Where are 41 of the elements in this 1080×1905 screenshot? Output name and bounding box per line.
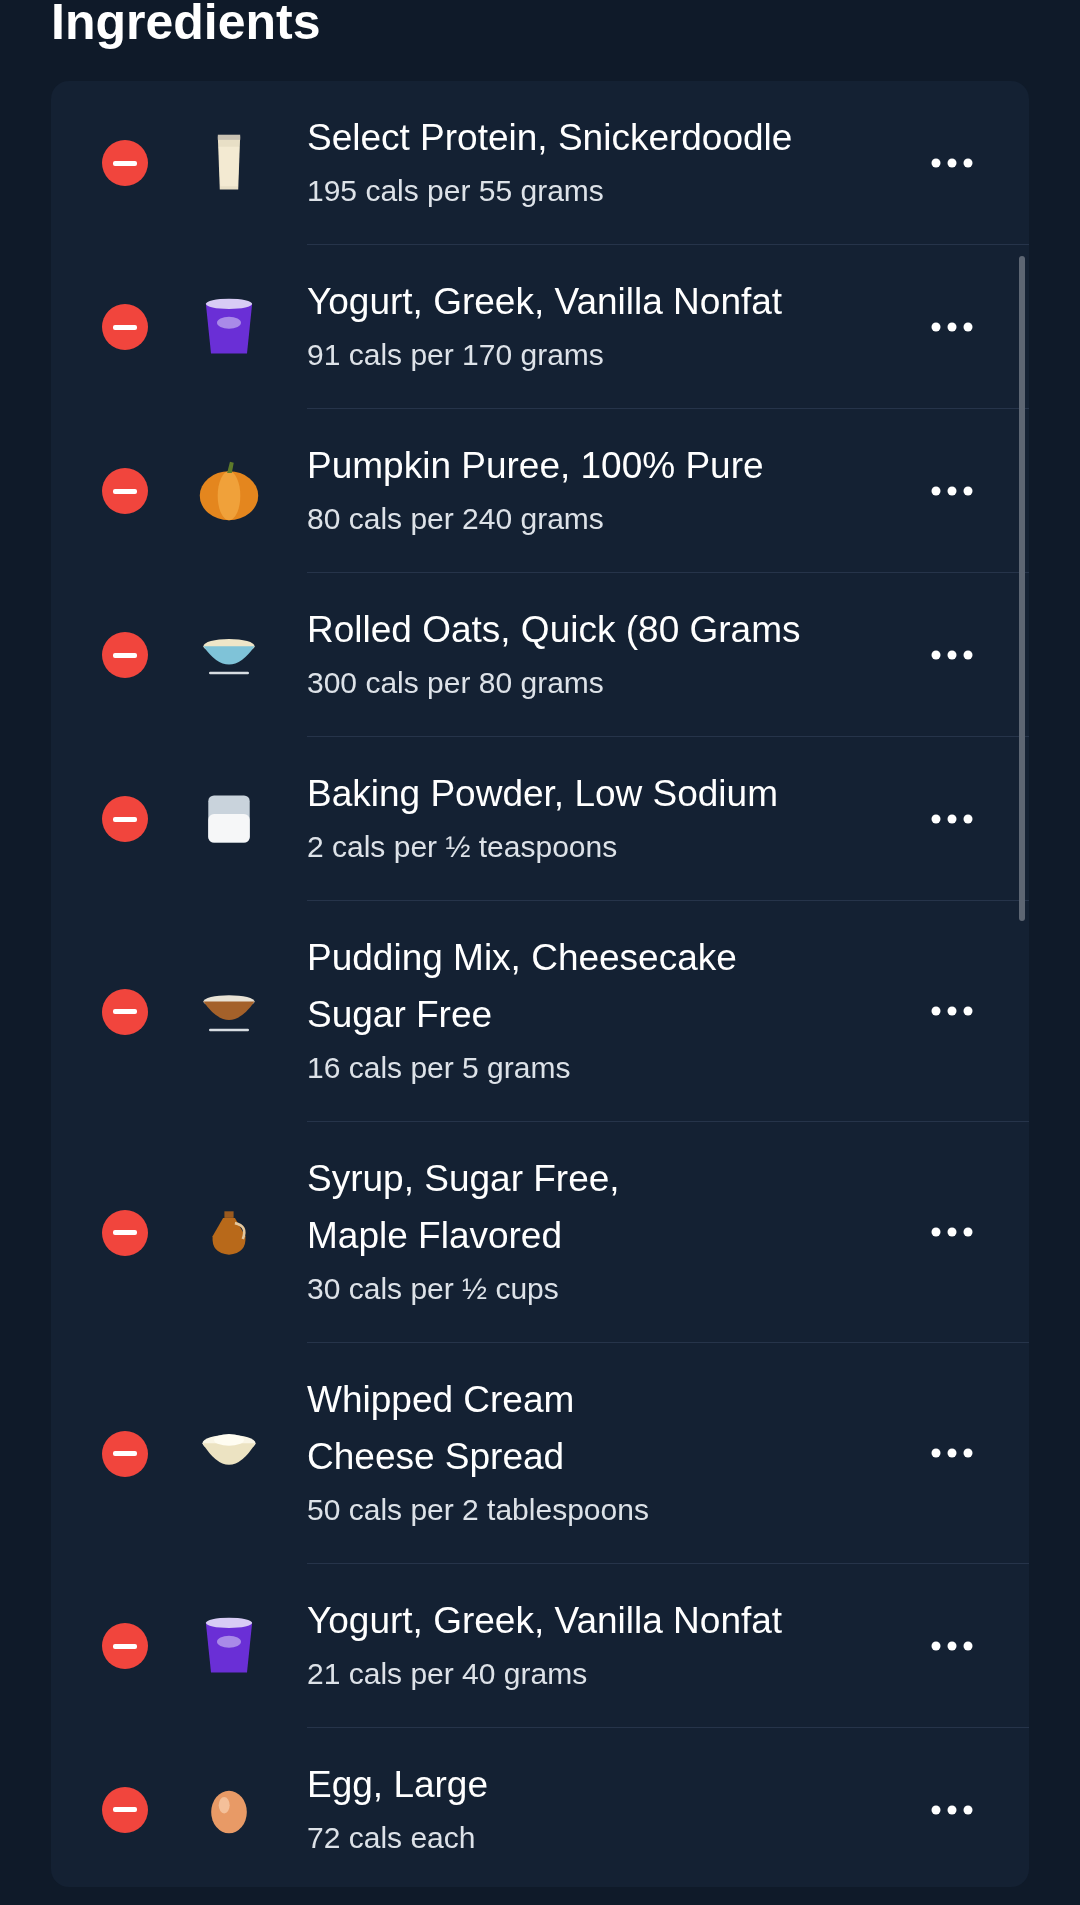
section-title: Ingredients	[51, 0, 322, 52]
remove-button[interactable]	[102, 1786, 148, 1833]
ingredient-name: Egg, Large	[307, 1763, 490, 1807]
ingredient-name: Yogurt, Greek, Vanilla Nonfat	[307, 280, 784, 324]
ingredient-name: Yogurt, Greek, Vanilla Nonfat	[307, 1599, 784, 1643]
remove-button[interactable]	[102, 988, 148, 1035]
calorie-info: 2 cals per ½ teaspoons	[307, 829, 619, 865]
ingredient-name: Baking Powder, Low Sodium	[307, 772, 779, 816]
calorie-info: 72 cals each	[307, 1820, 477, 1856]
more-button[interactable]	[931, 485, 973, 496]
ingredient-name: Select Protein, Snickerdoodle	[307, 116, 794, 160]
more-button[interactable]	[931, 1006, 973, 1016]
calorie-info: 30 cals per ½ cups	[307, 1271, 560, 1307]
remove-button[interactable]	[102, 796, 148, 842]
ingredient-name: Syrup, Sugar Free, Maple Flavored	[307, 1157, 621, 1258]
more-button[interactable]	[931, 813, 973, 824]
more-button[interactable]	[931, 321, 973, 332]
ingredient-name: Pumpkin Puree, 100% Pure	[307, 444, 765, 488]
more-button[interactable]	[931, 1640, 973, 1651]
more-button[interactable]	[931, 649, 973, 660]
calorie-info: 80 cals per 240 grams	[307, 501, 605, 537]
calorie-info: 91 cals per 170 grams	[307, 337, 605, 373]
remove-button[interactable]	[102, 1209, 148, 1256]
more-button[interactable]	[931, 157, 973, 168]
ingredient-name: Whipped Cream Cheese Spread	[307, 1378, 576, 1479]
ingredient-name: Pudding Mix, Cheesecake Sugar Free	[307, 936, 738, 1037]
remove-button[interactable]	[102, 468, 148, 514]
more-button[interactable]	[931, 1448, 973, 1458]
calorie-info: 300 cals per 80 grams	[307, 665, 605, 701]
remove-button[interactable]	[102, 1623, 148, 1669]
remove-button[interactable]	[102, 304, 148, 350]
calorie-info: 16 cals per 5 grams	[307, 1050, 572, 1086]
more-button[interactable]	[931, 1227, 973, 1237]
more-button[interactable]	[931, 1804, 973, 1815]
ingredient-name: Rolled Oats, Quick (80 Grams	[307, 608, 802, 652]
calorie-info: 50 cals per 2 tablespoons	[307, 1492, 650, 1528]
remove-button[interactable]	[102, 632, 148, 678]
calorie-info: 21 cals per 40 grams	[307, 1656, 589, 1692]
remove-button[interactable]	[102, 1430, 148, 1477]
calorie-info: 195 cals per 55 grams	[307, 173, 605, 209]
remove-button[interactable]	[102, 140, 148, 186]
